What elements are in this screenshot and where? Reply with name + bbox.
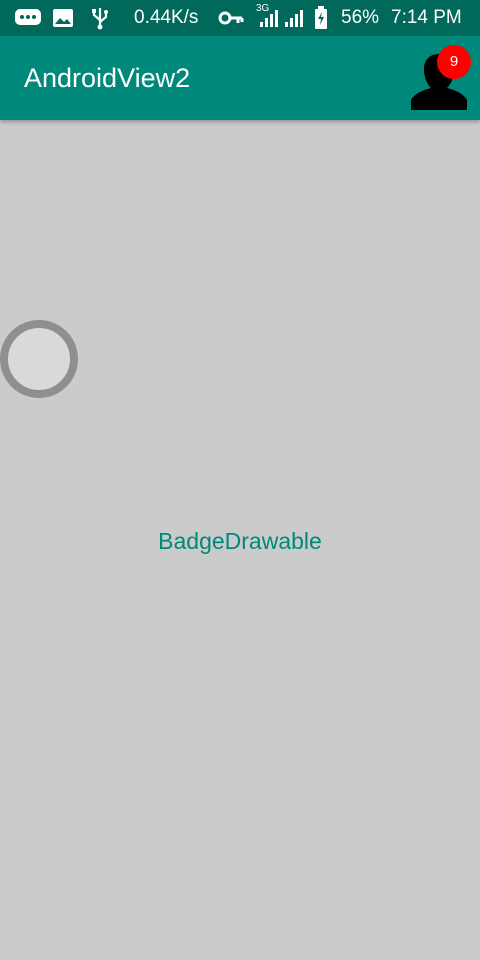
badge-drawable-label: BadgeDrawable — [158, 528, 322, 554]
status-bar: 0.44K/s 3G 56% 7:14 PM — [0, 0, 480, 36]
usb-icon — [90, 6, 110, 35]
battery-level: 56% — [341, 7, 380, 28]
app-title: AndroidView2 — [24, 63, 191, 93]
chat-notification-icon — [14, 8, 42, 33]
signal-icon — [258, 8, 280, 33]
app-bar: AndroidView2 9 — [0, 36, 480, 120]
network-speed: 0.44K/s — [134, 7, 199, 28]
loading-ring-icon — [0, 320, 78, 398]
clock: 7:14 PM — [391, 7, 462, 28]
battery-icon — [314, 6, 328, 35]
main-content: BadgeDrawable — [0, 120, 480, 960]
profile-button[interactable]: 9 — [408, 45, 471, 110]
vpn-key-icon — [218, 10, 244, 31]
image-notification-icon — [52, 8, 74, 33]
signal-icon — [283, 8, 305, 33]
notification-badge: 9 — [437, 45, 471, 79]
